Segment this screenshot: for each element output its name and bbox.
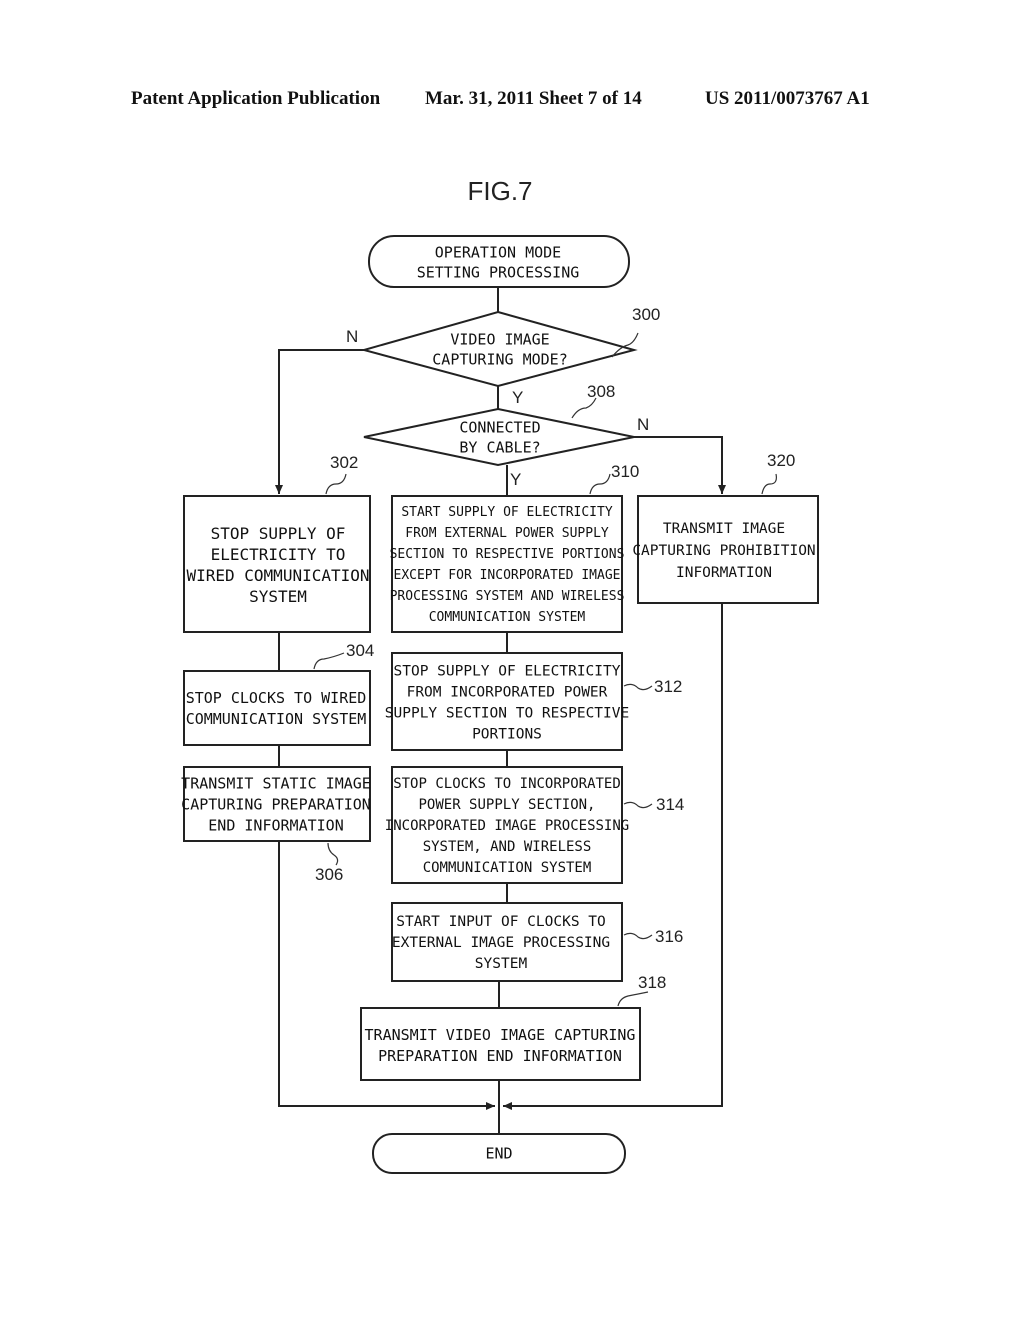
leader-304 bbox=[313, 652, 345, 670]
edge-d308-b320 bbox=[634, 436, 726, 494]
node-text-b310-line-2: FROM EXTERNAL POWER SUPPLY bbox=[405, 526, 609, 541]
leader-308 bbox=[571, 397, 597, 419]
node-text-b310-line-6: COMMUNICATION SYSTEM bbox=[429, 610, 586, 625]
branch-label-d308-no: N bbox=[637, 415, 649, 434]
node-text-b314-line-1: STOP CLOCKS TO INCORPORATED bbox=[393, 776, 621, 792]
node-text-b320-line-2: CAPTURING PROHIBITION bbox=[632, 543, 815, 559]
leader-318 bbox=[617, 991, 649, 1007]
node-text-b304-line-1: STOP CLOCKS TO WIRED bbox=[186, 689, 367, 707]
leader-312 bbox=[623, 683, 653, 691]
ref-318: 318 bbox=[638, 973, 666, 992]
node-text-b306-line-1: TRANSMIT STATIC IMAGE bbox=[181, 774, 371, 792]
node-text-b314-line-2: POWER SUPPLY SECTION, bbox=[418, 797, 595, 813]
node-text-end-line-1: END bbox=[485, 1144, 512, 1162]
branch-label-d308-yes: Y bbox=[510, 470, 521, 489]
node-text-b310-line-1: START SUPPLY OF ELECTRICITY bbox=[401, 505, 612, 520]
node-text-b318-line-2: PREPARATION END INFORMATION bbox=[378, 1047, 622, 1065]
node-text-b302-line-3: WIRED COMMUNICATION bbox=[186, 566, 369, 585]
leader-316 bbox=[623, 932, 653, 940]
ref-312: 312 bbox=[654, 677, 682, 696]
node-text-d300-line-1: VIDEO IMAGE bbox=[450, 330, 549, 348]
node-text-b312-line-2: FROM INCORPORATED POWER bbox=[407, 685, 608, 701]
node-text-b320-line-3: INFORMATION bbox=[676, 565, 772, 581]
node-text-b320-line-1: TRANSMIT IMAGE bbox=[663, 521, 785, 537]
node-text-b302-line-4: SYSTEM bbox=[249, 587, 307, 606]
node-text-b310-line-5: PROCESSING SYSTEM AND WIRELESS bbox=[390, 589, 625, 604]
ref-300: 300 bbox=[632, 305, 660, 324]
node-text-b310-line-3: SECTION TO RESPECTIVE PORTIONS bbox=[390, 547, 625, 562]
ref-320: 320 bbox=[767, 451, 795, 470]
leader-302 bbox=[325, 473, 347, 495]
ref-304: 304 bbox=[346, 641, 374, 660]
ref-306: 306 bbox=[315, 865, 343, 884]
leader-310 bbox=[589, 473, 611, 495]
node-text-d308-line-2: BY CABLE? bbox=[459, 438, 540, 456]
node-text-b312-line-1: STOP SUPPLY OF ELECTRICITY bbox=[394, 664, 621, 680]
leader-314 bbox=[623, 801, 653, 809]
branch-label-d300-yes: Y bbox=[512, 388, 523, 407]
edge-d300-b302 bbox=[275, 349, 364, 494]
decision-video-mode bbox=[360, 310, 638, 388]
node-text-b306-line-2: CAPTURING PREPARATION bbox=[181, 795, 371, 813]
ref-314: 314 bbox=[656, 795, 684, 814]
node-text-b310-line-4: EXCEPT FOR INCORPORATED IMAGE bbox=[394, 568, 621, 583]
ref-316: 316 bbox=[655, 927, 683, 946]
leader-320 bbox=[761, 473, 777, 495]
leader-306 bbox=[327, 842, 339, 866]
box-318 bbox=[360, 1007, 641, 1081]
ref-308: 308 bbox=[587, 382, 615, 401]
branch-label-d300-no: N bbox=[346, 327, 358, 346]
node-text-b316-line-2: EXTERNAL IMAGE PROCESSING bbox=[392, 935, 610, 951]
node-text-b304-line-2: COMMUNICATION SYSTEM bbox=[186, 710, 367, 728]
node-text-b312-line-4: PORTIONS bbox=[472, 727, 542, 743]
node-text-b312-line-3: SUPPLY SECTION TO RESPECTIVE bbox=[385, 706, 629, 722]
node-text-b316-line-3: SYSTEM bbox=[475, 956, 528, 972]
node-text-b302-line-1: STOP SUPPLY OF bbox=[211, 524, 346, 543]
flowchart: OPERATION MODE SETTING PROCESSING VIDEO IM… bbox=[181, 235, 819, 1174]
box-304 bbox=[183, 670, 371, 746]
node-text-d308-line-1: CONNECTED bbox=[459, 418, 540, 436]
ref-302: 302 bbox=[330, 453, 358, 472]
node-text-start-line-2: SETTING PROCESSING bbox=[417, 263, 580, 281]
node-text-b306-line-3: END INFORMATION bbox=[208, 816, 343, 834]
node-text-b314-line-3: INCORPORATED IMAGE PROCESSING bbox=[385, 818, 629, 834]
node-text-start-line-1: OPERATION MODE bbox=[435, 243, 561, 261]
node-text-b302-line-2: ELECTRICITY TO bbox=[211, 545, 346, 564]
node-text-b316-line-1: START INPUT OF CLOCKS TO bbox=[396, 914, 606, 930]
node-text-b314-line-5: COMMUNICATION SYSTEM bbox=[423, 860, 592, 876]
node-text-b314-line-4: SYSTEM, AND WIRELESS bbox=[423, 839, 592, 855]
node-text-d300-line-2: CAPTURING MODE? bbox=[432, 350, 567, 368]
node-text-b318-line-1: TRANSMIT VIDEO IMAGE CAPTURING bbox=[365, 1026, 636, 1044]
ref-310: 310 bbox=[611, 462, 639, 481]
